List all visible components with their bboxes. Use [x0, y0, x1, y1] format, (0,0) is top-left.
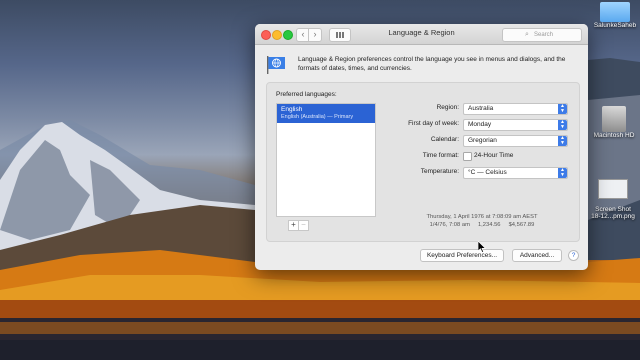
- preferred-languages-label: Preferred languages:: [276, 91, 337, 98]
- help-button[interactable]: ?: [568, 250, 579, 261]
- language-name: English: [281, 106, 303, 113]
- first-day-label: First day of week:: [408, 120, 459, 127]
- calendar-value: Gregorian: [468, 137, 497, 144]
- flag-icon: [267, 56, 285, 74]
- title-bar[interactable]: ‹ › Language & Region ⌕ Search: [255, 24, 588, 45]
- sample-date-line: Thursday, 1 April 1976 at 7:08:09 am AES…: [426, 214, 538, 220]
- select-arrows-icon: ▲ ▼: [558, 120, 567, 130]
- temperature-select[interactable]: °C — Celsius ▲ ▼: [463, 167, 568, 179]
- settings-panel: Preferred languages: English English (Au…: [266, 82, 580, 242]
- select-arrows-icon: ▲ ▼: [558, 104, 567, 114]
- language-region-window: ‹ › Language & Region ⌕ Search Language …: [255, 24, 588, 270]
- temperature-value: °C — Celsius: [468, 169, 507, 176]
- region-select[interactable]: Australia ▲ ▼: [463, 103, 568, 115]
- first-day-value: Monday: [468, 121, 492, 128]
- select-arrows-icon: ▲ ▼: [558, 136, 567, 146]
- temperature-label: Temperature:: [420, 168, 459, 175]
- search-icon: ⌕: [525, 31, 529, 38]
- screenshot-file-icon[interactable]: Screen Shot 18-12...pm.png: [586, 172, 640, 227]
- desktop-folder-label: SalunkeSaheb: [593, 22, 637, 29]
- sample-numbers-line: 1/4/76, 7:08 am 1,234.56 $4,567.89: [429, 222, 535, 228]
- first-day-select[interactable]: Monday ▲ ▼: [463, 119, 568, 131]
- macintosh-hd-icon[interactable]: Macintosh HD: [588, 106, 640, 139]
- macintosh-hd-label: Macintosh HD: [593, 132, 635, 139]
- mouse-cursor-icon: [478, 241, 486, 253]
- 24-hour-time-label[interactable]: 24-Hour Time: [474, 152, 513, 159]
- search-placeholder: Search: [534, 32, 554, 38]
- select-arrows-icon: ▲ ▼: [558, 168, 567, 178]
- screenshot-file-label: Screen Shot 18-12...pm.png: [591, 206, 635, 220]
- calendar-select[interactable]: Gregorian ▲ ▼: [463, 135, 568, 147]
- calendar-label: Calendar:: [430, 136, 459, 143]
- time-format-label: Time format:: [422, 152, 459, 159]
- search-input[interactable]: ⌕ Search: [502, 28, 582, 42]
- region-value: Australia: [468, 105, 494, 112]
- language-detail: English (Australia) — Primary: [281, 114, 354, 120]
- list-item[interactable]: English English (Australia) — Primary: [277, 104, 375, 123]
- region-label: Region:: [436, 104, 459, 111]
- preferred-languages-list[interactable]: English English (Australia) — Primary: [276, 103, 376, 217]
- desktop-folder-icon[interactable]: SalunkeSaheb: [590, 2, 640, 29]
- remove-language-button[interactable]: −: [298, 220, 309, 231]
- advanced-button[interactable]: Advanced...: [512, 249, 562, 262]
- 24-hour-time-checkbox[interactable]: [463, 152, 472, 161]
- keyboard-preferences-button[interactable]: Keyboard Preferences...: [420, 249, 504, 262]
- pane-description: Language & Region preferences control th…: [298, 56, 566, 72]
